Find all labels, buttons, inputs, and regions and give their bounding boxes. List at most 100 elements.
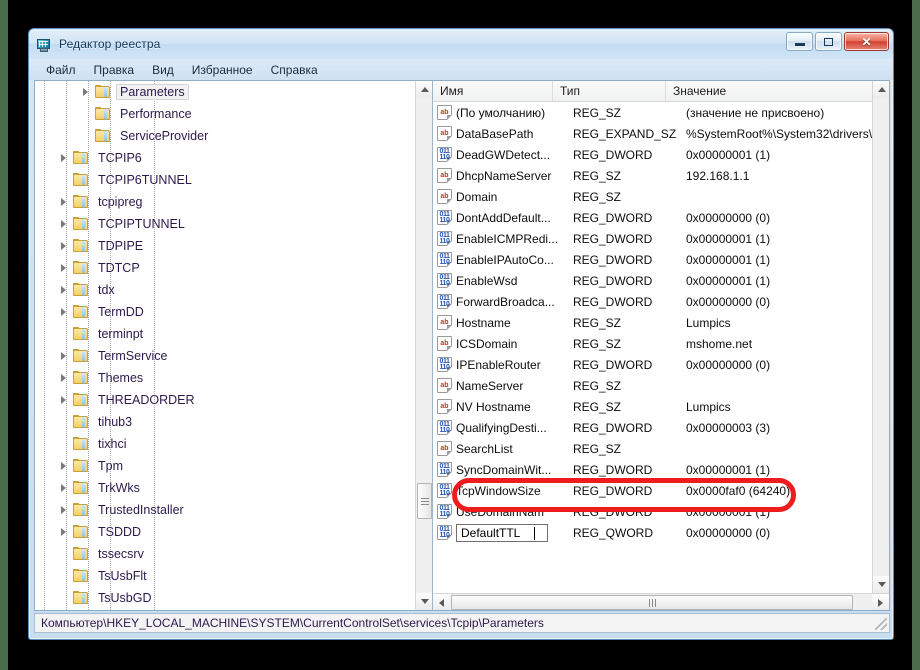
tree-item-tunnel[interactable]: tunnel	[35, 609, 415, 610]
tree-item-tdpipe[interactable]: TDPIPE	[35, 235, 415, 257]
menu-item-edit[interactable]: Правка	[85, 61, 144, 79]
registry-values-pane[interactable]: Имя Тип Значение ab (По умолчанию) REG_SZ (…	[433, 81, 889, 610]
resize-grip-icon[interactable]	[875, 618, 887, 630]
expander-triangle-icon[interactable]	[57, 213, 73, 235]
tree-item-tsddd[interactable]: TSDDD	[35, 521, 415, 543]
expander-triangle-icon[interactable]	[57, 235, 73, 257]
expander-triangle-icon[interactable]	[57, 477, 73, 499]
expander-triangle-icon[interactable]	[57, 389, 73, 411]
tree-item-serviceprovider[interactable]: ServiceProvider	[35, 125, 415, 147]
table-row[interactable]: ab DataBasePath REG_EXPAND_SZ %SystemRoot%\…	[433, 123, 872, 144]
registry-editor-window: Редактор реестра ✕ Файл Правка Вид Избра…	[28, 28, 894, 640]
tree-item-tcpiptunnel[interactable]: TCPIPTUNNEL	[35, 213, 415, 235]
table-row[interactable]: 011 110 DontAddDefault... REG_DWORD 0x000000…	[433, 207, 872, 228]
close-button[interactable]: ✕	[844, 32, 889, 51]
expander-triangle-icon[interactable]	[57, 279, 73, 301]
menu-item-favorites[interactable]: Избранное	[183, 61, 262, 79]
table-row[interactable]: ab Domain REG_SZ	[433, 186, 872, 207]
table-row-editing[interactable]: 011 110 DefaultTTL REG_QWORD 0x00000000 (0)	[433, 522, 872, 543]
list-scroll-down-button[interactable]	[873, 576, 889, 593]
list-horizontal-scrollbar[interactable]	[433, 593, 889, 610]
expander-triangle-icon[interactable]	[57, 191, 73, 213]
table-row[interactable]: 011 110 IPEnableRouter REG_DWORD 0x00000000 …	[433, 354, 872, 375]
title-bar[interactable]: Редактор реестра ✕	[29, 29, 893, 59]
tree-item-label: TermService	[98, 349, 168, 363]
folder-icon	[95, 85, 111, 99]
menu-item-file[interactable]: Файл	[37, 61, 85, 79]
maximize-button[interactable]	[815, 32, 842, 51]
table-row[interactable]: 011 110 SyncDomainWit... REG_DWORD 0x0000000…	[433, 459, 872, 480]
expander-triangle-icon[interactable]	[57, 455, 73, 477]
table-row[interactable]: 011 110 QualifyingDesti... REG_DWORD 0x00000…	[433, 417, 872, 438]
list-scroll-left-button[interactable]	[433, 594, 450, 610]
tree-item-termdd[interactable]: TermDD	[35, 301, 415, 323]
column-header-type[interactable]: Тип	[553, 81, 666, 101]
table-row[interactable]: 011 110 ForwardBroadca... REG_DWORD 0x000000…	[433, 291, 872, 312]
folder-icon	[95, 129, 111, 143]
tree-item-themes[interactable]: Themes	[35, 367, 415, 389]
list-hscrollbar-thumb[interactable]	[451, 595, 853, 610]
table-row[interactable]: ab Hostname REG_SZ Lumpics	[433, 312, 872, 333]
table-row[interactable]: ab DhcpNameServer REG_SZ 192.168.1.1	[433, 165, 872, 186]
tree-scroll-up-button[interactable]	[416, 81, 432, 98]
tree-item-threadorder[interactable]: THREADORDER	[35, 389, 415, 411]
expander-triangle-icon[interactable]	[57, 257, 73, 279]
table-row[interactable]: 011 110 TcpWindowSize REG_DWORD 0x0000faf0 (…	[433, 480, 872, 501]
expander-triangle-icon[interactable]	[57, 367, 73, 389]
tree-item-tdx[interactable]: tdx	[35, 279, 415, 301]
table-row[interactable]: 011 110 EnableIPAutoCo... REG_DWORD 0x000000…	[433, 249, 872, 270]
tree-item-tcpip6tunnel[interactable]: TCPIP6TUNNEL	[35, 169, 415, 191]
expander-triangle-icon[interactable]	[57, 499, 73, 521]
table-row[interactable]: ab (По умолчанию) REG_SZ (значение не присв…	[433, 102, 872, 123]
tree-item-parameters[interactable]: Parameters	[35, 81, 415, 103]
cell-name: EnableWsd	[456, 273, 518, 288]
tree-item-termservice[interactable]: TermService	[35, 345, 415, 367]
expander-triangle-icon[interactable]	[57, 345, 73, 367]
list-scroll-up-button[interactable]	[873, 81, 889, 98]
tree-scrollbar-thumb[interactable]	[417, 483, 432, 519]
list-scroll-right-button[interactable]	[872, 594, 889, 610]
tree-item-terminpt[interactable]: terminpt	[35, 323, 415, 345]
tree-item-label: tihub3	[98, 415, 133, 429]
column-header-value[interactable]: Значение	[666, 81, 889, 101]
expander-triangle-icon[interactable]	[57, 301, 73, 323]
tree-item-tihub3[interactable]: tihub3	[35, 411, 415, 433]
column-header-name[interactable]: Имя	[433, 81, 553, 101]
tree-item-tdtcp[interactable]: TDTCP	[35, 257, 415, 279]
value-name-input[interactable]: DefaultTTL	[456, 523, 548, 542]
registry-tree-pane[interactable]: Parameters Performance ServiceProvider TCPI…	[35, 81, 433, 610]
table-row[interactable]: 011 110 DeadGWDetect... REG_DWORD 0x00000001…	[433, 144, 872, 165]
tree-scroll-down-button[interactable]	[416, 593, 432, 610]
table-row[interactable]: 011 110 EnableICMPRedi... REG_DWORD 0x000000…	[433, 228, 872, 249]
table-row[interactable]: ab NameServer REG_SZ	[433, 375, 872, 396]
table-row[interactable]: ab ICSDomain REG_SZ mshome.net	[433, 333, 872, 354]
tree-item-tsusbflt[interactable]: TsUsbFlt	[35, 565, 415, 587]
folder-icon	[73, 283, 89, 297]
table-row[interactable]: 011 110 UseDomainNam REG_DWORD 0x00000001 (1…	[433, 501, 872, 522]
list-vertical-scrollbar[interactable]	[872, 81, 889, 610]
table-row[interactable]: 011 110 EnableWsd REG_DWORD 0x00000001 (1)	[433, 270, 872, 291]
menu-item-help[interactable]: Справка	[262, 61, 327, 79]
tree-item-tpm[interactable]: Tpm	[35, 455, 415, 477]
table-row[interactable]: ab NV Hostname REG_SZ Lumpics	[433, 396, 872, 417]
minimize-button[interactable]	[786, 32, 813, 51]
tree-vertical-scrollbar[interactable]	[415, 81, 432, 610]
expander-triangle-icon[interactable]	[57, 609, 73, 610]
tree-item-tsusbgd[interactable]: TsUsbGD	[35, 587, 415, 609]
tree-item-tixhci[interactable]: tixhci	[35, 433, 415, 455]
tree-item-performance[interactable]: Performance	[35, 103, 415, 125]
tree-item-trkwks[interactable]: TrkWks	[35, 477, 415, 499]
expander-triangle-icon[interactable]	[79, 81, 95, 103]
menu-item-view[interactable]: Вид	[143, 61, 183, 79]
tree-item-tcpipreg[interactable]: tcpipreg	[35, 191, 415, 213]
cell-value: 0x00000001 (1)	[686, 231, 771, 246]
expander-triangle-icon[interactable]	[57, 147, 73, 169]
tree-leaf-spacer	[57, 169, 73, 191]
tree-item-tssecsrv[interactable]: tssecsrv	[35, 543, 415, 565]
tree-item-tcpip6[interactable]: TCPIP6	[35, 147, 415, 169]
folder-icon	[73, 569, 89, 583]
expander-triangle-icon[interactable]	[57, 521, 73, 543]
tree-item-trustedinstaller[interactable]: TrustedInstaller	[35, 499, 415, 521]
table-row[interactable]: ab SearchList REG_SZ	[433, 438, 872, 459]
tree-item-label: TsUsbFlt	[98, 569, 147, 583]
